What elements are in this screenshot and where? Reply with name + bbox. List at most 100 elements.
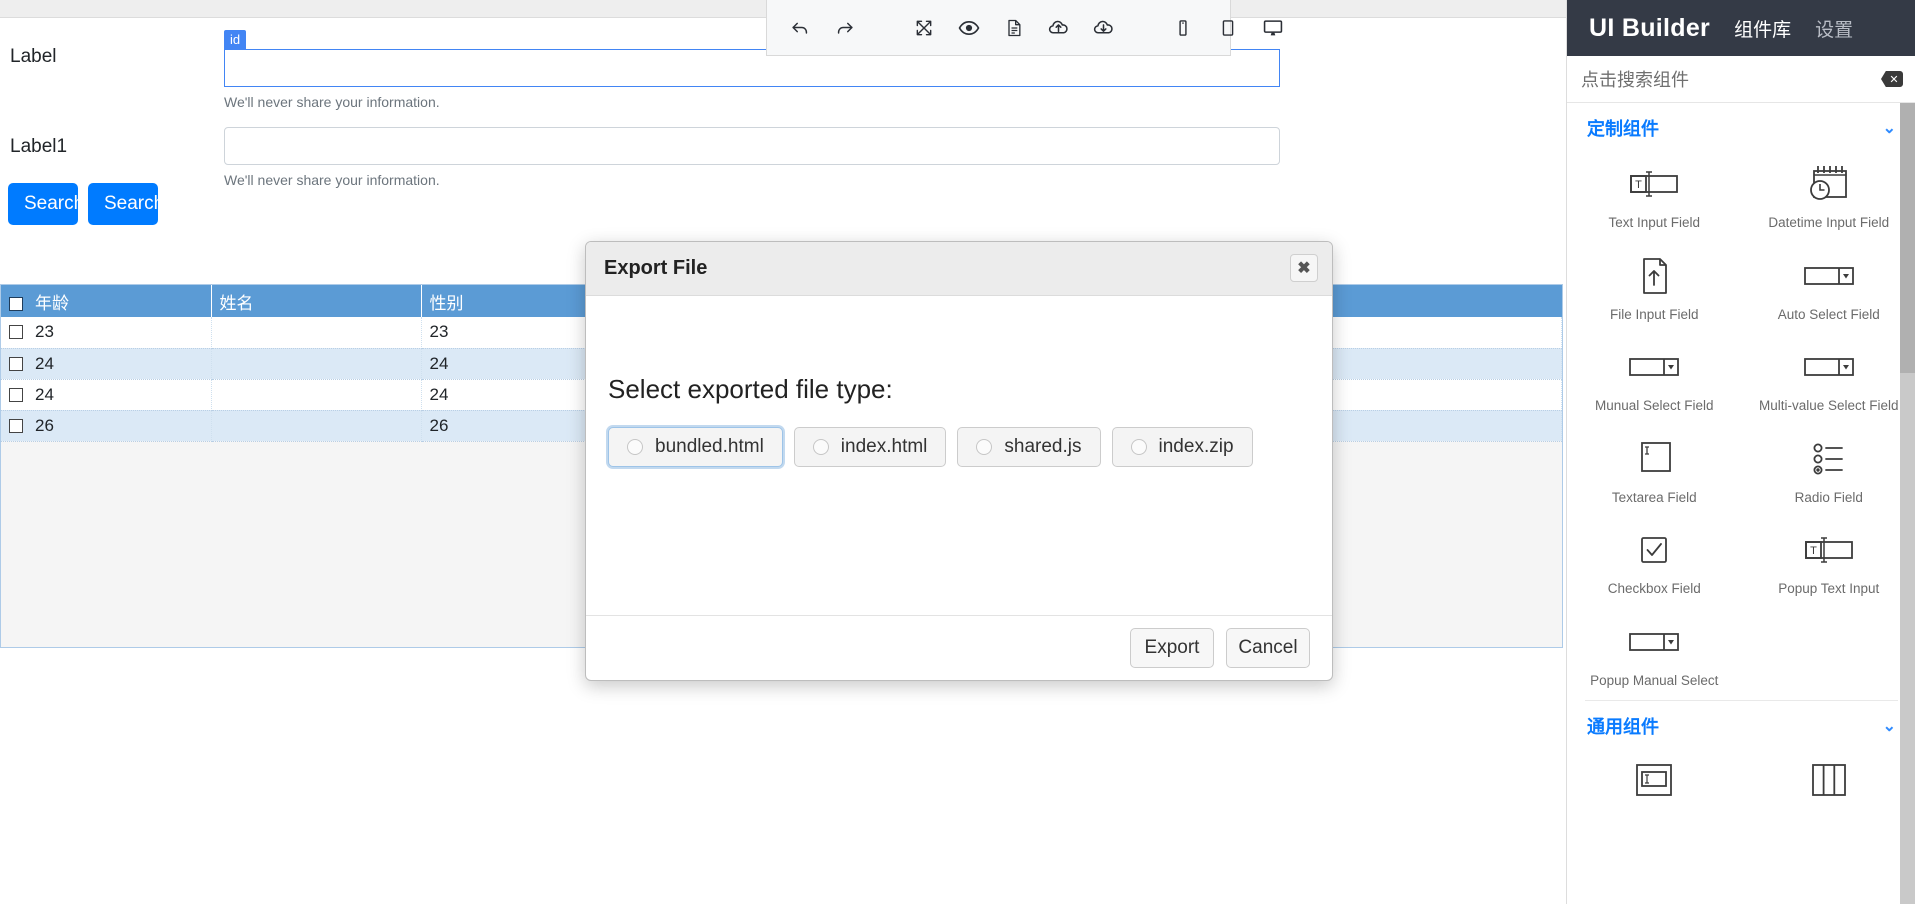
input-box-icon [1627, 759, 1681, 805]
export-button[interactable]: Export [1130, 628, 1214, 668]
row-checkbox[interactable] [9, 356, 23, 371]
component-auto-select-field[interactable]: Auto Select Field [1742, 243, 1915, 329]
section-title: 定制组件 [1587, 119, 1659, 139]
fullscreen-icon[interactable] [901, 0, 946, 56]
selected-element-tag: id [224, 30, 247, 49]
dialog-title: Export File [604, 257, 708, 279]
clear-search-icon[interactable]: ✕ [1881, 71, 1903, 87]
multi-value-select-field-icon [1800, 344, 1858, 390]
preview-eye-icon[interactable] [946, 0, 991, 56]
cell-age: 24 [1, 348, 212, 380]
radio-label: shared.js [1004, 436, 1082, 457]
radio-option-index-zip[interactable]: index.zip [1111, 427, 1253, 467]
component-label: Popup Text Input [1778, 581, 1880, 597]
redo-icon[interactable] [822, 0, 867, 56]
component-manual-select-field[interactable]: Munual Select Field [1567, 334, 1742, 420]
component-label: Radio Field [1794, 489, 1863, 505]
form-label-1: Label [10, 46, 57, 67]
component-label: Munual Select Field [1594, 398, 1714, 414]
component-textarea-field[interactable]: Textarea Field [1567, 426, 1742, 512]
cell-name [211, 317, 422, 349]
row-checkbox[interactable] [9, 387, 23, 402]
tab-component-library[interactable]: 组件库 [1734, 15, 1791, 42]
row-checkbox[interactable] [9, 325, 23, 340]
undo-icon[interactable] [777, 0, 822, 56]
dialog-header: Export File ✖ [586, 242, 1332, 296]
cell-age: 26 [1, 410, 212, 442]
section-header-general-components[interactable]: 通用组件 ⌄ [1567, 701, 1915, 749]
chevron-down-icon: ⌄ [1882, 120, 1896, 137]
popup-manual-select-icon [1625, 619, 1683, 665]
component-checkbox-field[interactable]: Checkbox Field [1567, 517, 1742, 603]
search-button-2[interactable]: Search [88, 183, 164, 225]
section-header-custom-components[interactable]: 定制组件 ⌄ [1567, 103, 1915, 151]
cell-name [211, 379, 422, 411]
component-label: Auto Select Field [1777, 306, 1880, 322]
table-col-age-label: 年龄 [35, 293, 69, 313]
component-datetime-input-field[interactable]: Datetime Input Field [1742, 151, 1915, 237]
form-label-2: Label1 [10, 136, 68, 157]
component-input-box[interactable] [1567, 749, 1742, 819]
component-text-input-field[interactable]: T Text Input Field [1567, 151, 1742, 237]
component-file-input-field[interactable]: File Input Field [1567, 243, 1742, 329]
component-popup-manual-select[interactable]: Popup Manual Select [1567, 609, 1742, 695]
textarea-field-icon [1633, 436, 1675, 482]
cell-age-value: 24 [35, 384, 54, 404]
text-input-field-icon: T [1625, 161, 1683, 207]
component-label: Checkbox Field [1607, 581, 1701, 597]
datetime-input-field-icon [1803, 161, 1855, 207]
radio-field-icon [1806, 436, 1852, 482]
cell-age: 23 [1, 317, 212, 349]
section-title: 通用组件 [1587, 717, 1659, 738]
component-columns[interactable] [1742, 749, 1915, 819]
component-library-sidebar: UI Builder 组件库 设置 点击搜索组件 ✕ 定制组件 ⌄ T Text… [1566, 0, 1915, 904]
component-search-bar[interactable]: 点击搜索组件 ✕ [1567, 56, 1915, 103]
sidebar-scrollbar-track[interactable] [1900, 103, 1915, 904]
radio-label: index.zip [1158, 436, 1234, 457]
auto-select-field-icon [1800, 253, 1858, 299]
radio-option-index-html[interactable]: index.html [793, 427, 947, 467]
svg-text:T: T [1810, 545, 1817, 557]
component-popup-text-input[interactable]: T Popup Text Input [1742, 517, 1915, 603]
row-checkbox[interactable] [9, 418, 23, 433]
component-label: Text Input Field [1608, 215, 1701, 230]
table-col-gender-label: 性别 [429, 293, 464, 313]
chevron-down-icon: ⌄ [1882, 718, 1896, 736]
radio-option-shared-js[interactable]: shared.js [957, 427, 1101, 467]
component-label: File Input Field [1609, 306, 1699, 322]
export-file-dialog: Export File ✖ Select exported file type:… [585, 241, 1333, 681]
cloud-upload-icon[interactable] [1036, 0, 1081, 56]
tablet-icon[interactable] [1205, 0, 1250, 56]
document-icon[interactable] [991, 0, 1036, 56]
radio-label: bundled.html [655, 436, 764, 457]
radio-circle-icon [627, 439, 643, 455]
sidebar-header: UI Builder 组件库 设置 [1567, 0, 1915, 56]
desktop-icon[interactable] [1250, 0, 1295, 56]
table-col-age[interactable]: 年龄 [1, 285, 212, 317]
form-help-1: We'll never share your information. [224, 94, 440, 110]
file-input-field-icon [1633, 253, 1675, 299]
mobile-icon[interactable] [1160, 0, 1205, 56]
sidebar-scrollbar-thumb[interactable] [1900, 103, 1915, 373]
component-radio-field[interactable]: Radio Field [1742, 426, 1915, 512]
custom-components-grid: T Text Input Field Datetime Input Field … [1567, 151, 1915, 694]
cell-age-value: 26 [35, 415, 54, 435]
manual-select-field-icon [1625, 344, 1683, 390]
select-all-checkbox[interactable] [9, 296, 23, 311]
component-multi-value-select-field[interactable]: Multi-value Select Field [1742, 334, 1915, 420]
search-button-1[interactable]: Search [8, 183, 84, 225]
radio-circle-icon [1130, 439, 1147, 455]
component-label: Textarea Field [1611, 489, 1697, 505]
tab-settings[interactable]: 设置 [1815, 15, 1853, 42]
dialog-body: Select exported file type: bundled.html … [586, 296, 1332, 616]
search-input[interactable]: 点击搜索组件 [1581, 66, 1881, 92]
cancel-button[interactable]: Cancel [1226, 628, 1310, 668]
cell-name [211, 410, 422, 442]
table-col-name[interactable]: 姓名 [211, 285, 422, 317]
columns-icon [1802, 759, 1856, 805]
text-input-2[interactable] [224, 127, 1280, 165]
radio-option-bundled-html[interactable]: bundled.html [608, 427, 783, 467]
app-root: Label id We'll never share your informat… [0, 0, 1915, 904]
close-icon[interactable]: ✖ [1290, 254, 1318, 282]
cloud-download-icon[interactable] [1081, 0, 1126, 56]
